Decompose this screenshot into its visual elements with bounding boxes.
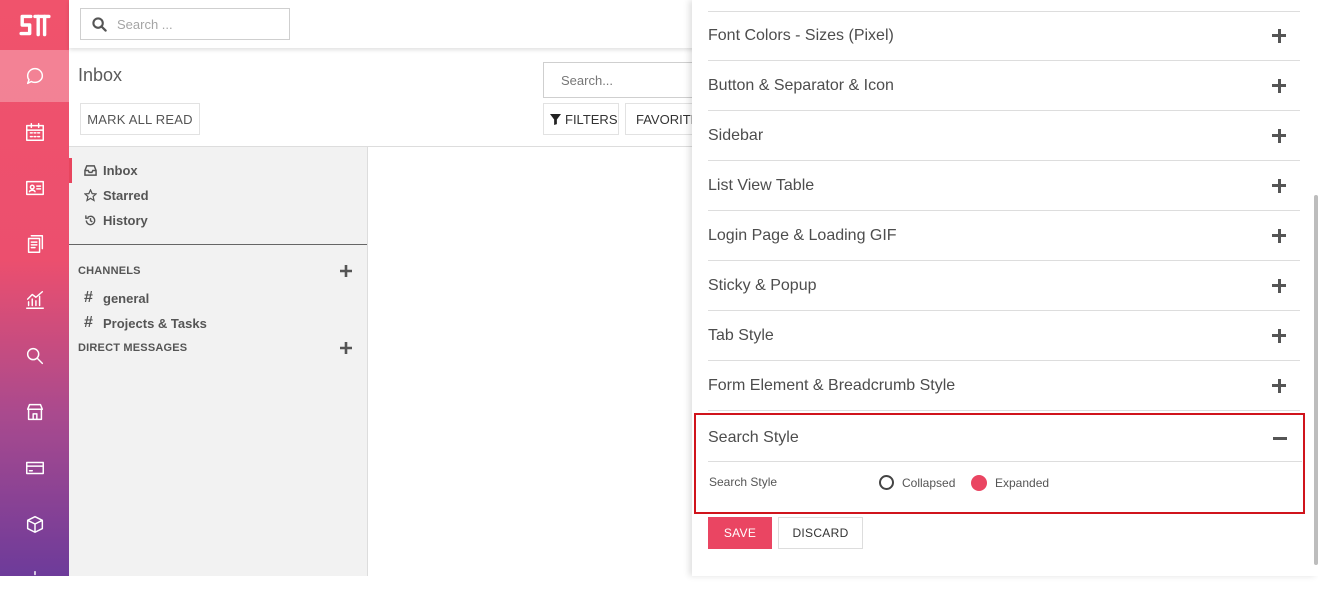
direct-messages-heading: DIRECT MESSAGES [78,342,188,354]
expand-plus-icon[interactable] [1272,28,1286,43]
section-title: Sidebar [708,126,764,144]
section-font-colors[interactable]: Font Colors - Sizes (Pixel) [708,11,1300,61]
card-icon[interactable] [0,442,69,494]
section-form-element-breadcrumb[interactable]: Form Element & Breadcrumb Style [708,361,1300,411]
section-header[interactable]: Search Style [708,415,1302,462]
panel-scrollbar[interactable] [1314,195,1318,565]
radio-label: Collapsed [902,475,956,490]
view-search-input[interactable] [561,72,691,88]
expand-plus-icon[interactable] [1272,78,1286,93]
add-channel-icon[interactable] [340,265,352,277]
section-title: List View Table [708,176,815,194]
contacts-icon[interactable] [0,162,69,214]
mailbox-label: History [103,213,148,228]
channel-general[interactable]: # general [84,289,149,307]
page-title: Inbox [78,65,123,85]
reports-icon[interactable] [0,274,69,326]
search-icon [81,16,117,32]
calendar-icon[interactable] [0,106,69,158]
mailbox-label: Inbox [103,163,138,178]
expand-plus-icon[interactable] [1272,228,1286,243]
hash-icon: # [84,314,93,331]
radio-circle[interactable] [879,475,894,490]
app-sidebar [0,0,69,589]
expand-plus-icon[interactable] [1272,178,1286,193]
section-list-view-table[interactable]: List View Table [708,161,1300,211]
theme-settings-panel: Font Colors - Sizes (Pixel) Button & Sep… [692,0,1318,576]
mailbox-history[interactable]: History [69,208,367,233]
section-title: Tab Style [708,326,774,344]
mailbox-label: Starred [103,188,149,203]
collapse-minus-icon[interactable] [1273,431,1287,445]
radio-expanded[interactable]: Expanded [971,475,1049,491]
section-title: Form Element & Breadcrumb Style [708,376,956,394]
section-button-separator-icon[interactable]: Button & Separator & Icon [708,61,1300,111]
filters-button[interactable]: FILTERS [543,103,619,135]
section-login-page[interactable]: Login Page & Loading GIF [708,211,1300,261]
expand-plus-icon[interactable] [1272,378,1286,393]
global-search-box[interactable] [80,8,290,40]
view-search-box[interactable] [543,62,703,98]
section-title: Login Page & Loading GIF [708,226,897,244]
inbox-icon [84,165,97,176]
section-title: Font Colors - Sizes (Pixel) [708,26,894,44]
channel-label: Projects & Tasks [103,315,207,331]
section-title: Sticky & Popup [708,276,817,294]
channel-label: general [103,290,150,306]
search-style-label: Search Style [709,475,778,489]
star-icon [84,189,97,202]
history-icon [85,215,96,226]
save-button[interactable]: SAVE [708,517,772,549]
settings-icon[interactable] [0,554,69,606]
discuss-sidebar: Inbox Starred History CHANNELS # general… [69,146,368,576]
radio-collapsed[interactable]: Collapsed [879,475,955,490]
radio-circle-selected[interactable] [971,475,987,491]
sidebar-divider [69,244,367,245]
channel-projects-tasks[interactable]: # Projects & Tasks [84,314,207,332]
add-direct-message-icon[interactable] [340,342,352,354]
documents-icon[interactable] [0,218,69,270]
store-icon[interactable] [0,386,69,438]
section-sidebar[interactable]: Sidebar [708,111,1300,161]
mark-all-read-button[interactable]: MARK ALL READ [80,103,200,135]
section-title: Button & Separator & Icon [708,76,894,94]
expand-plus-icon[interactable] [1272,128,1286,143]
mailbox-inbox[interactable]: Inbox [69,158,367,183]
hash-icon: # [84,289,93,306]
section-search-style-expanded: Search Style Search Style Collapsed Expa… [694,413,1305,514]
app-logo[interactable] [0,0,69,50]
radio-label: Expanded [995,476,1050,490]
discard-button[interactable]: DISCARD [778,517,863,549]
package-icon[interactable] [0,498,69,550]
search-icon[interactable] [0,330,69,382]
message-thread-area [368,146,698,576]
expand-plus-icon[interactable] [1272,328,1286,343]
global-search-input[interactable] [117,16,277,32]
channels-heading: CHANNELS [78,265,141,277]
section-sticky-popup[interactable]: Sticky & Popup [708,261,1300,311]
mailbox-starred[interactable]: Starred [69,183,367,208]
filters-label: FILTERS [565,111,618,127]
filter-icon [550,113,561,125]
section-title: Search Style [708,429,799,446]
discuss-icon[interactable] [0,50,69,102]
section-tab-style[interactable]: Tab Style [708,311,1300,361]
expand-plus-icon[interactable] [1272,278,1286,293]
